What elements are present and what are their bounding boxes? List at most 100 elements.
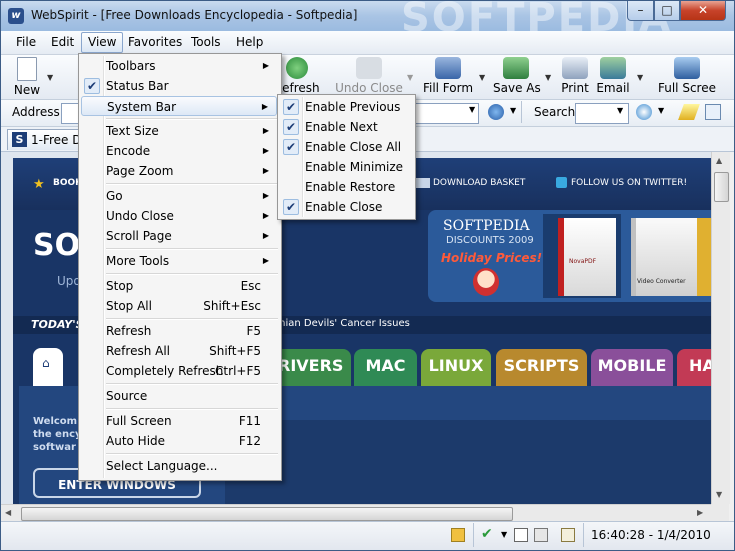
print-button[interactable]: Print (559, 57, 591, 97)
horizontal-scroll-thumb[interactable] (21, 507, 513, 521)
view-menu-item-refresh-all[interactable]: Refresh All Shift+F5 (81, 341, 277, 361)
maximize-button[interactable]: □ (654, 1, 680, 21)
scroll-down-icon[interactable]: ▼ (716, 490, 722, 499)
product-video-converter-label: Video Converter (637, 278, 686, 285)
view-menu-item-select-language[interactable]: Select Language... (81, 456, 277, 476)
site-logo[interactable]: SO (33, 228, 80, 263)
submenu-arrow-icon: ▶ (262, 231, 269, 240)
category-tab-mac[interactable]: MAC (354, 349, 417, 386)
view-menu-item-stop-all[interactable]: Stop All Shift+Esc (81, 296, 277, 316)
full-screen-button[interactable]: Full Scree (657, 57, 717, 97)
search-dropdown-icon[interactable]: ▼ (617, 106, 623, 115)
submenu-arrow-icon: ▶ (262, 146, 269, 155)
address-dropdown-icon[interactable]: ▼ (469, 105, 475, 114)
view-menu-item-source[interactable]: Source (81, 386, 277, 406)
category-tab-scripts[interactable]: SCRIPTS (496, 349, 587, 386)
scroll-up-icon[interactable]: ▲ (716, 156, 722, 165)
menu-shortcut: F5 (246, 324, 261, 338)
menu-edit[interactable]: Edit (45, 33, 80, 52)
status-notes-icon[interactable] (561, 528, 575, 542)
system-bar-item-enable-restore[interactable]: Enable Restore (280, 177, 411, 197)
system-bar-item-enable-close-all[interactable]: ✔ Enable Close All (280, 137, 411, 157)
view-menu-item-auto-hide[interactable]: Auto Hide F12 (81, 431, 277, 451)
category-tab-linux[interactable]: LINUX (421, 349, 491, 386)
view-menu-item-refresh[interactable]: Refresh F5 (81, 321, 277, 341)
scroll-left-icon[interactable]: ◀ (5, 508, 11, 517)
status-copy-icon[interactable] (534, 528, 548, 542)
vertical-scroll-thumb[interactable] (714, 172, 729, 202)
category-tab-ha[interactable]: HA (677, 349, 711, 386)
vertical-scrollbar[interactable]: ▲ ▼ (711, 152, 730, 504)
scroll-right-icon[interactable]: ▶ (697, 508, 703, 517)
fill-form-dropdown-icon[interactable]: ▼ (479, 73, 485, 82)
status-page-icon[interactable] (514, 528, 528, 542)
status-popup-icon[interactable] (451, 528, 465, 542)
go-dropdown-icon[interactable]: ▼ (510, 106, 516, 115)
menu-help[interactable]: Help (230, 33, 269, 52)
search-engine-icon[interactable] (636, 104, 652, 120)
new-button[interactable]: New (9, 57, 45, 97)
santa-icon (473, 268, 499, 296)
view-menu-item-page-zoom[interactable]: Page Zoom ▶ (81, 161, 277, 181)
category-tab-mobile[interactable]: MOBILE (591, 349, 673, 386)
system-bar-item-enable-previous[interactable]: ✔ Enable Previous (280, 97, 411, 117)
menu-item-label: Enable Restore (305, 180, 396, 194)
fill-form-button[interactable]: Fill Form (421, 57, 475, 97)
view-menu-item-text-size[interactable]: Text Size ▶ (81, 121, 277, 141)
view-menu-item-system-bar[interactable]: System Bar ▶ (81, 96, 277, 116)
bookmark-star-icon[interactable]: ★ (33, 177, 45, 192)
menu-tools[interactable]: Tools (185, 33, 227, 52)
view-menu-item-scroll-page[interactable]: Scroll Page ▶ (81, 226, 277, 246)
go-icon[interactable] (488, 104, 504, 120)
tab-softpedia[interactable]: S 1-Free Do (7, 129, 89, 150)
view-menu-item-go[interactable]: Go ▶ (81, 186, 277, 206)
new-dropdown-icon[interactable]: ▼ (47, 73, 53, 82)
highlight-icon[interactable] (678, 104, 700, 120)
menu-separator (106, 408, 278, 410)
status-dropdown-icon[interactable]: ▼ (501, 530, 507, 539)
search-engine-dropdown-icon[interactable]: ▼ (658, 106, 664, 115)
view-menu-item-completely-refresh[interactable]: Completely Refresh Ctrl+F5 (81, 361, 277, 381)
view-menu-item-undo-close[interactable]: Undo Close ▶ (81, 206, 277, 226)
close-button[interactable]: ✕ (680, 1, 726, 21)
menu-file[interactable]: File (10, 33, 42, 52)
menu-shortcut: Ctrl+F5 (215, 364, 261, 378)
email-button[interactable]: Email (595, 57, 631, 97)
view-menu-item-more-tools[interactable]: More Tools ▶ (81, 251, 277, 271)
menu-item-label: Encode (106, 144, 151, 158)
view-menu-item-encode[interactable]: Encode ▶ (81, 141, 277, 161)
submenu-arrow-icon: ▶ (262, 191, 269, 200)
content-panel (225, 420, 711, 504)
find-icon[interactable] (705, 104, 721, 120)
save-as-dropdown-icon[interactable]: ▼ (545, 73, 551, 82)
email-label: Email (596, 81, 630, 95)
refresh-all-icon (85, 343, 101, 359)
view-menu-item-full-screen[interactable]: Full Screen F11 (81, 411, 277, 431)
twitter-link[interactable]: FOLLOW US ON TWITTER! (571, 178, 687, 188)
system-bar-item-enable-next[interactable]: ✔ Enable Next (280, 117, 411, 137)
today-headline[interactable]: anian Devils' Cancer Issues (273, 318, 410, 329)
horizontal-scrollbar[interactable]: ◀ ▶ (1, 504, 711, 522)
home-tab[interactable]: ⌂ (33, 348, 63, 386)
minimize-button[interactable]: – (627, 1, 654, 21)
download-basket-link[interactable]: DOWNLOAD BASKET (433, 178, 525, 188)
system-bar-item-enable-close[interactable]: ✔ Enable Close (280, 197, 411, 217)
product-box-novapdf[interactable] (558, 218, 616, 296)
undo-close-dropdown-icon[interactable]: ▼ (407, 73, 413, 82)
app-icon: w (8, 8, 24, 24)
status-check-icon[interactable]: ✔ (481, 526, 493, 542)
email-dropdown-icon[interactable]: ▼ (637, 73, 643, 82)
menu-favorites[interactable]: Favorites (122, 33, 188, 52)
menu-item-label: System Bar (107, 100, 177, 114)
system-bar-item-enable-minimize[interactable]: Enable Minimize (280, 157, 411, 177)
view-menu-item-toolbars[interactable]: Toolbars ▶ (81, 56, 277, 76)
view-menu-item-stop[interactable]: Stop Esc (81, 276, 277, 296)
save-as-button[interactable]: Save As (493, 57, 541, 97)
view-menu-item-status-bar[interactable]: ✔ Status Bar (81, 76, 277, 96)
title-bar[interactable]: w WebSpirit - [Free Downloads Encycloped… (1, 1, 734, 41)
undo-close-button[interactable]: Undo Close (333, 57, 405, 97)
menu-view[interactable]: View (81, 32, 124, 53)
menu-item-label: Go (106, 189, 123, 203)
banner-promo: Holiday Prices! (441, 251, 543, 265)
printer-icon (562, 57, 588, 79)
